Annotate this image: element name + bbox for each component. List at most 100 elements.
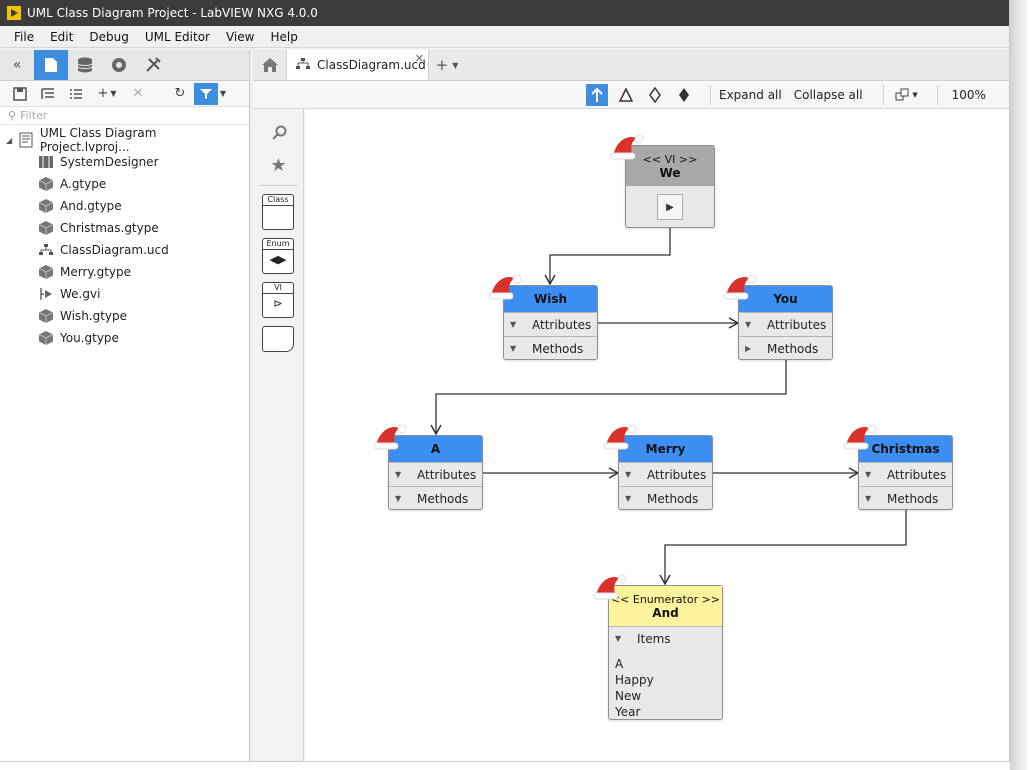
project-toolbar: + ▼ ✕ ↻ ▼ (0, 81, 249, 107)
tree-item-wish-gtype[interactable]: Wish.gtype (0, 305, 249, 327)
search-icon[interactable] (253, 117, 304, 149)
expand-caret-icon[interactable]: ◢ (6, 136, 18, 145)
attributes-section[interactable]: ▼ Attributes (859, 462, 952, 486)
tree-item-label: ClassDiagram.ucd (60, 243, 169, 257)
class-palette-item[interactable]: Class (262, 194, 294, 230)
section-label: Attributes (767, 317, 827, 332)
tree-item-we-gvi[interactable]: We.gvi (0, 283, 249, 305)
remove-item-icon[interactable]: ✕ (124, 83, 152, 105)
collapse-caret-icon[interactable]: ▼ (395, 494, 417, 503)
collapse-caret-icon[interactable]: ▼ (510, 320, 532, 329)
collapse-all-button[interactable]: Collapse all (794, 88, 863, 102)
methods-section[interactable]: ▼ Methods (619, 486, 712, 510)
save-all-icon[interactable] (6, 83, 34, 105)
class-diagram-icon (38, 242, 54, 258)
add-tab-button[interactable]: + ▼ (429, 50, 465, 80)
inheritance-triangle-icon[interactable] (615, 84, 637, 106)
collapse-caret-icon[interactable]: ▼ (625, 494, 647, 503)
tree-item-and-gtype[interactable]: And.gtype (0, 195, 249, 217)
attributes-section[interactable]: ▼ Attributes (504, 312, 597, 336)
methods-section[interactable]: ▼ Methods (389, 486, 482, 510)
tree-item-classdiagram-ucd[interactable]: ClassDiagram.ucd (0, 239, 249, 261)
attributes-section[interactable]: ▼ Attributes (389, 462, 482, 486)
attributes-section[interactable]: ▼ Attributes (739, 312, 832, 336)
layout-icon[interactable]: ▼ (892, 84, 922, 106)
tree-root-item[interactable]: ◢ UML Class Diagram Project.lvproj... (0, 126, 249, 154)
tab-classdiagram[interactable]: ClassDiagram.ucd ✕ (287, 50, 429, 80)
tools-tab-icon[interactable] (136, 50, 170, 80)
collapse-caret-icon[interactable]: ▼ (625, 470, 647, 479)
home-icon[interactable] (253, 50, 287, 80)
aggregation-diamond-icon[interactable] (644, 84, 666, 106)
section-label: Methods (647, 491, 699, 506)
labview-logo-icon (7, 6, 21, 20)
methods-section[interactable]: ▼ Methods (859, 486, 952, 510)
generalization-arrow-icon[interactable] (586, 83, 608, 106)
menu-debug[interactable]: Debug (89, 30, 128, 44)
tree-item-merry-gtype[interactable]: Merry.gtype (0, 261, 249, 283)
santa-hat-icon (593, 574, 627, 600)
tree-item-systemdesigner[interactable]: SystemDesigner (0, 151, 249, 173)
menu-help[interactable]: Help (270, 30, 297, 44)
window-title: UML Class Diagram Project - LabVIEW NXG … (27, 6, 318, 20)
collapse-caret-icon[interactable]: ▼ (865, 470, 887, 479)
add-item-icon[interactable]: + ▼ (90, 83, 124, 105)
project-panel-tabs: « (0, 50, 249, 81)
tree-item-a-gtype[interactable]: A.gtype (0, 173, 249, 195)
menu-view[interactable]: View (226, 30, 254, 44)
expand-caret-icon[interactable]: ▶ (745, 344, 767, 353)
uml-node-a[interactable]: A ▼ Attributes ▼ Methods (373, 424, 483, 510)
collapse-caret-icon[interactable]: ▼ (615, 634, 637, 643)
menu-edit[interactable]: Edit (50, 30, 73, 44)
palette-divider (258, 185, 298, 186)
database-tab-icon[interactable] (68, 50, 102, 80)
note-palette-item[interactable] (262, 326, 294, 352)
santa-hat-icon (723, 274, 757, 300)
attributes-section[interactable]: ▼ Attributes (619, 462, 712, 486)
enum-item: Happy (615, 673, 654, 687)
tree-item-label: You.gtype (60, 331, 119, 345)
menu-uml-editor[interactable]: UML Editor (145, 30, 210, 44)
uml-node-wish[interactable]: Wish ▼ Attributes ▼ Methods (488, 274, 598, 360)
tree-item-label: And.gtype (60, 199, 122, 213)
run-vi-button[interactable]: ▶ (657, 194, 683, 220)
uml-node-merry[interactable]: Merry ▼ Attributes ▼ Methods (603, 424, 713, 510)
close-tab-icon[interactable]: ✕ (415, 52, 424, 65)
items-section[interactable]: ▼ Items (609, 626, 722, 650)
list-view-icon[interactable] (62, 83, 90, 105)
collapse-caret-icon[interactable]: ▼ (510, 344, 532, 353)
files-tab-icon[interactable] (34, 50, 68, 80)
collapse-caret-icon[interactable]: ▼ (745, 320, 767, 329)
uml-node-christmas[interactable]: Christmas ▼ Attributes ▼ Methods (843, 424, 953, 510)
composition-diamond-icon[interactable] (673, 84, 695, 106)
tree-view-icon[interactable] (34, 83, 62, 105)
tree-item-you-gtype[interactable]: You.gtype (0, 327, 249, 349)
collapse-panel-icon[interactable]: « (0, 50, 34, 80)
section-label: Methods (767, 341, 819, 356)
enum-palette-item[interactable]: Enum ◀▶ (262, 238, 294, 274)
uml-node-you[interactable]: You ▼ Attributes ▶ Methods (723, 274, 833, 360)
menu-file[interactable]: File (14, 30, 34, 44)
uml-node-we[interactable]: << VI >> We ▶ (610, 134, 715, 228)
favorites-star-icon[interactable]: ★ (253, 149, 304, 181)
filter-input[interactable]: ⚲ Filter (0, 107, 249, 125)
section-label: Methods (532, 341, 584, 356)
project-tree: ◢ UML Class Diagram Project.lvproj... Sy… (0, 125, 249, 349)
collapse-caret-icon[interactable]: ▼ (865, 494, 887, 503)
methods-section[interactable]: ▶ Methods (739, 336, 832, 360)
vi-palette-item[interactable]: VI ⊳ (262, 282, 294, 318)
uml-node-and[interactable]: << Enumerator >> And ▼ Items A Happy New … (593, 574, 723, 720)
tree-item-label: Christmas.gtype (60, 221, 159, 235)
menu-bar: File Edit Debug UML Editor View Help (0, 26, 1009, 48)
zoom-level-select[interactable]: 100% (952, 88, 986, 102)
methods-section[interactable]: ▼ Methods (504, 336, 597, 360)
filter-dropdown-icon[interactable]: ▼ (218, 83, 228, 105)
santa-hat-icon (488, 274, 522, 300)
collapse-caret-icon[interactable]: ▼ (395, 470, 417, 479)
refresh-icon[interactable]: ↻ (166, 83, 194, 105)
tree-item-christmas-gtype[interactable]: Christmas.gtype (0, 217, 249, 239)
filter-icon[interactable] (194, 82, 218, 105)
expand-all-button[interactable]: Expand all (719, 88, 782, 102)
tree-item-label: Merry.gtype (60, 265, 132, 279)
hardware-tab-icon[interactable] (102, 50, 136, 80)
